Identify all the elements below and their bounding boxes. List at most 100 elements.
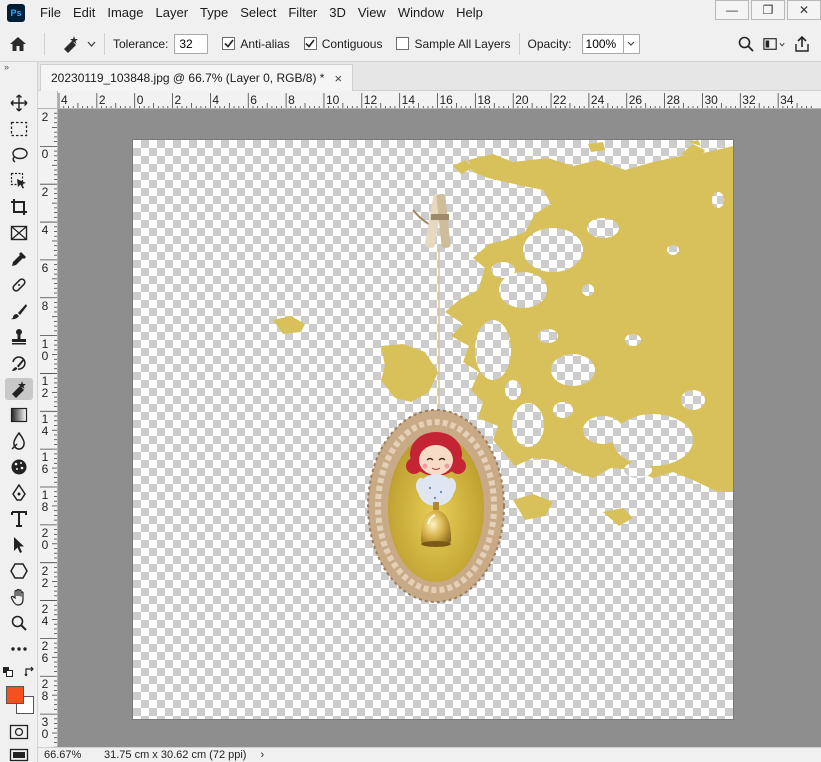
- ruler-label: 28: [41, 677, 49, 704]
- brush-tool[interactable]: [0, 298, 38, 324]
- menu-type[interactable]: Type: [194, 0, 234, 26]
- canvas-workspace[interactable]: [58, 109, 821, 747]
- zoom-icon: [11, 615, 27, 631]
- clone-stamp-tool[interactable]: [0, 324, 38, 350]
- tab-close-icon[interactable]: ×: [334, 71, 342, 86]
- panel-collapse-grip[interactable]: »: [0, 62, 37, 72]
- ruler-label: 24: [590, 93, 605, 107]
- transparent-hole: [681, 390, 705, 410]
- chevron-down-icon: [779, 42, 785, 47]
- zoom-level[interactable]: 66.67%: [38, 749, 96, 761]
- tolerance-label: Tolerance:: [113, 36, 169, 51]
- hexagon-icon: [10, 563, 28, 579]
- menu-file[interactable]: File: [34, 0, 67, 26]
- menu-edit[interactable]: Edit: [67, 0, 101, 26]
- crop-tool[interactable]: [0, 194, 38, 220]
- close-button[interactable]: ✕: [787, 0, 821, 20]
- gradient-tool[interactable]: [0, 402, 38, 428]
- document-size: 31.75 cm x 30.62 cm (72 ppi): [104, 749, 247, 761]
- ruler-label: 30: [704, 93, 718, 107]
- bandage-icon: [12, 278, 26, 292]
- anti-alias-checkbox[interactable]: Anti-alias: [222, 37, 290, 51]
- shape-tool[interactable]: [0, 558, 38, 584]
- sponge-icon: [11, 459, 27, 475]
- menu-select[interactable]: Select: [234, 0, 282, 26]
- healing-brush-tool[interactable]: [0, 272, 38, 298]
- checkmark-icon: [224, 39, 234, 48]
- magic-eraser-icon: [64, 35, 78, 53]
- ruler-label: 30: [41, 715, 49, 742]
- ruler-label: 6: [41, 260, 49, 275]
- path-selection-tool[interactable]: [0, 532, 38, 558]
- horizontal-ruler[interactable]: 4 2 0 2 4 6 8 10 12 14 16 18 20 22 24 26 28 30 32 34: [58, 91, 821, 109]
- opacity-input[interactable]: [581, 33, 624, 54]
- move-tool[interactable]: [0, 90, 38, 116]
- history-brush-tool[interactable]: [0, 350, 38, 376]
- menu-image[interactable]: Image: [101, 0, 149, 26]
- color-mini-controls: [2, 666, 36, 680]
- opacity-label: Opacity:: [527, 36, 572, 51]
- clothespin: [412, 193, 451, 248]
- opacity-dropdown[interactable]: [623, 33, 640, 54]
- ruler-label: 22: [41, 563, 49, 590]
- photoshop-logo: Ps: [7, 4, 25, 22]
- gradient-icon: [10, 407, 28, 423]
- search-button[interactable]: [735, 33, 757, 55]
- document-tab[interactable]: 20230119_103848.jpg @ 66.7% (Layer 0, RG…: [40, 64, 354, 91]
- transparent-hole: [538, 329, 558, 343]
- magic-eraser-tool[interactable]: [0, 376, 38, 402]
- pen-tool[interactable]: [0, 480, 38, 506]
- status-menu-arrow[interactable]: ›: [260, 749, 264, 761]
- eyedropper-tool[interactable]: [0, 246, 38, 272]
- opacity-control[interactable]: [576, 33, 640, 54]
- menu-window[interactable]: Window: [392, 0, 450, 26]
- tool-preset-picker[interactable]: [53, 35, 96, 53]
- menu-layer[interactable]: Layer: [150, 0, 195, 26]
- foreground-color-swatch[interactable]: [6, 686, 24, 704]
- ruler-label: 10: [41, 336, 49, 363]
- transparent-hole: [582, 284, 594, 296]
- menu-view[interactable]: View: [352, 0, 392, 26]
- menu-filter[interactable]: Filter: [282, 0, 323, 26]
- contiguous-checkbox[interactable]: Contiguous: [303, 37, 382, 51]
- sponge-tool[interactable]: [0, 454, 38, 480]
- quick-mask-button[interactable]: [9, 724, 29, 743]
- zoom-tool[interactable]: [0, 610, 38, 636]
- home-icon: [10, 36, 26, 51]
- screen-mode-button[interactable]: [9, 748, 29, 762]
- minimize-button[interactable]: —: [715, 0, 749, 20]
- default-colors-icon[interactable]: [2, 666, 14, 678]
- brush-icon: [11, 304, 27, 320]
- ruler-label: 12: [41, 374, 49, 401]
- checkbox-checked: [303, 37, 317, 50]
- ruler-label: 8: [41, 298, 49, 313]
- ruler-origin[interactable]: [38, 91, 58, 109]
- share-button[interactable]: [791, 33, 813, 55]
- blur-tool[interactable]: [0, 428, 38, 454]
- ruler-label: 18: [41, 488, 49, 514]
- hand-tool[interactable]: [0, 584, 38, 610]
- restore-button[interactable]: ❐: [751, 0, 785, 20]
- home-button[interactable]: [0, 26, 36, 62]
- ruler-label: 14: [41, 412, 49, 439]
- ruler-label: 6: [250, 93, 257, 107]
- workspace-button[interactable]: [763, 33, 785, 55]
- ruler-label: 2: [41, 109, 49, 124]
- type-tool[interactable]: [0, 506, 38, 532]
- swap-colors-icon[interactable]: [24, 666, 36, 678]
- lasso-tool[interactable]: [0, 142, 38, 168]
- menu-3d[interactable]: 3D: [323, 0, 352, 26]
- options-bar: Tolerance: Anti-alias Contiguous Sample …: [0, 26, 821, 62]
- vertical-ruler[interactable]: 2024681012141618202224262830: [38, 109, 58, 747]
- ruler-label: 4: [212, 93, 220, 107]
- more-tools[interactable]: [0, 636, 38, 662]
- document-canvas[interactable]: [133, 140, 733, 719]
- stamp-icon: [12, 329, 26, 345]
- marquee-tool[interactable]: [0, 116, 38, 142]
- frame-tool[interactable]: [0, 220, 38, 246]
- object-selection-tool[interactable]: [0, 168, 38, 194]
- menu-help[interactable]: Help: [450, 0, 489, 26]
- sample-all-layers-checkbox[interactable]: Sample All Layers: [396, 37, 511, 51]
- arrow-pointer-icon: [14, 537, 24, 553]
- tolerance-input[interactable]: [174, 33, 209, 54]
